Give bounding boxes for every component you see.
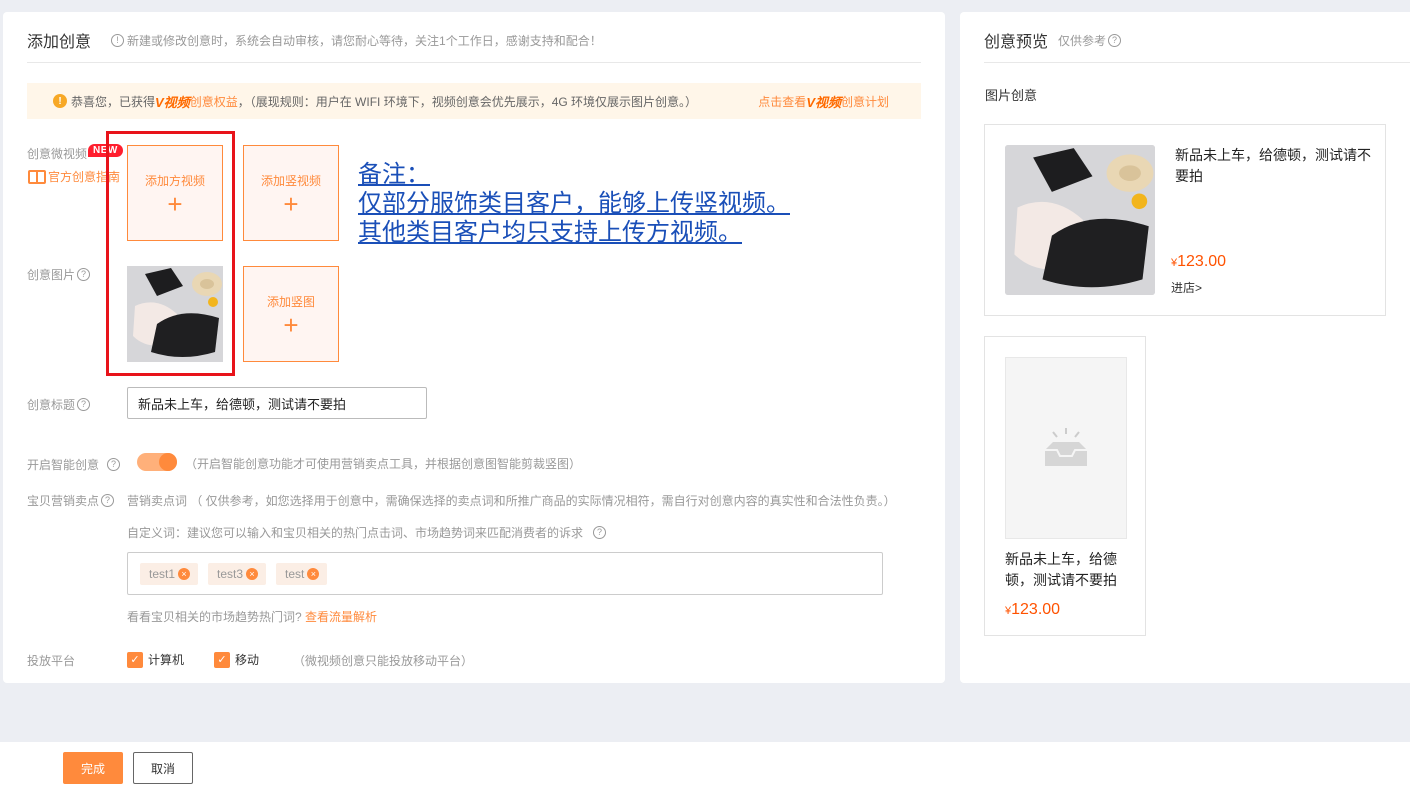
preview-subtitle: 仅供参考 ? xyxy=(1058,32,1124,49)
add-vertical-image-button[interactable]: 添加竖图 + xyxy=(243,266,339,362)
header-divider xyxy=(27,62,921,63)
preview-divider xyxy=(984,62,1410,63)
toggle-knob xyxy=(159,453,177,471)
empty-image-placeholder xyxy=(1005,357,1127,539)
smart-creative-toggle[interactable] xyxy=(137,453,177,471)
preview-title: 创意预览 xyxy=(984,34,1049,51)
link-prefix: 点击查看 xyxy=(758,94,807,109)
preview-card-title: 新品未上车，给德顿，测试请不要拍 xyxy=(1175,147,1371,184)
video-benefit-banner: ! 恭喜您，已获得 V视频 创意权益 ，（展现规则：用户在 WIFI 环境下，视… xyxy=(27,83,921,119)
v-video-logo-link: V视频 xyxy=(806,94,841,110)
smart-creative-hint: （开启智能创意功能才可使用营销卖点工具，并根据创意图智能剪裁竖图） xyxy=(185,457,582,471)
selling-points-label: 宝贝营销卖点 ? xyxy=(27,492,115,509)
title-label: 创意标题 ? xyxy=(27,396,91,413)
help-icon[interactable]: ? xyxy=(1108,33,1122,47)
platform-pc-checkbox[interactable]: ✓ 计算机 xyxy=(127,651,184,668)
image-label: 创意图片 ? xyxy=(27,266,91,283)
done-button[interactable]: 完成 xyxy=(63,752,123,784)
preview-header: 创意预览 仅供参考 ? xyxy=(984,28,1124,52)
add-vertical-video-button[interactable]: 添加竖视频 + xyxy=(243,145,339,241)
preview-card-price: ¥123.00 xyxy=(1005,601,1061,618)
help-icon[interactable]: ? xyxy=(593,526,607,539)
preview-image xyxy=(1005,145,1155,295)
banner-benefit-link[interactable]: 创意权益 xyxy=(190,93,238,110)
enter-store-link[interactable]: 进店> xyxy=(1171,279,1202,296)
remark-note: 备注： 仅部分服饰类目客户，能够上传竖视频。 其他类目客户均只支持上传方视频。 xyxy=(358,160,790,246)
empty-inbox-icon xyxy=(1045,428,1087,466)
remove-tag-icon[interactable]: × xyxy=(246,567,259,580)
info-icon: ! xyxy=(111,33,125,47)
book-icon xyxy=(28,169,46,184)
help-icon[interactable]: ? xyxy=(107,458,121,471)
preview-card-price: ¥123.00 xyxy=(1171,253,1227,270)
remove-tag-icon[interactable]: × xyxy=(307,567,320,580)
tag-item: test1 × xyxy=(140,562,199,585)
creative-preview-panel: 创意预览 仅供参考 ? 图片创意 新品未上车，给德顿，测试请不要拍 ¥123.0… xyxy=(960,12,1410,683)
selling-points-hint: 营销卖点词 （ 仅供参考，如您选择用于创意中，需确保选择的卖点词和所推广商品的实… xyxy=(127,494,896,508)
tag-item: test × xyxy=(276,562,328,585)
remove-tag-icon[interactable]: × xyxy=(178,567,191,580)
help-icon[interactable]: ? xyxy=(77,398,91,411)
preview-card-title: 新品未上车，给德顿，测试请不要拍 xyxy=(1005,551,1117,588)
tag-item: test3 × xyxy=(208,562,267,585)
review-notice-text: 新建或修改创意时，系统会自动审核，请您耐心等待，关注1个工作日，感谢支持和配合！ xyxy=(127,33,602,48)
cancel-button[interactable]: 取消 xyxy=(133,752,193,784)
preview-card-horizontal: 新品未上车，给德顿，测试请不要拍 ¥123.00 进店> xyxy=(984,124,1386,316)
help-icon[interactable]: ? xyxy=(77,268,91,281)
smart-creative-label: 开启智能创意 ? xyxy=(27,456,121,473)
banner-rule: ，（展现规则：用户在 WIFI 环境下，视频创意会优先展示，4G 环境仅展示图片… xyxy=(237,94,698,109)
trend-hint: 看看宝贝相关的市场趋势热门词? 查看流量解析 xyxy=(127,610,378,624)
link-suffix: 创意计划 xyxy=(840,94,889,109)
checkmark-icon: ✓ xyxy=(127,651,143,668)
platform-hint: （微视频创意只能投放移动平台） xyxy=(293,654,474,668)
platform-mobile-checkbox[interactable]: ✓ 移动 xyxy=(214,651,259,668)
platform-label: 投放平台 xyxy=(27,654,76,668)
video-label: 创意微视频 xyxy=(27,147,88,161)
preview-card-vertical: 新品未上车，给德顿，测试请不要拍 ¥123.00 xyxy=(984,336,1146,636)
product-photo xyxy=(1005,145,1155,295)
checkmark-icon: ✓ xyxy=(214,651,230,668)
plus-icon: + xyxy=(283,309,299,340)
v-video-logo: V视频 xyxy=(155,94,190,110)
page-title: 添加创意 xyxy=(27,34,92,51)
view-video-plan-link[interactable]: 点击查看 V视频 创意计划 xyxy=(758,92,889,111)
custom-words-hint: 自定义词：建议您可以输入和宝贝相关的热门点击词、市场趋势词来匹配消费者的诉求 ? xyxy=(127,524,609,541)
panel-header: 添加创意 ! 新建或修改创意时，系统会自动审核，请您耐心等待，关注1个工作日，感… xyxy=(27,28,602,52)
banner-prefix: 恭喜您，已获得 xyxy=(71,94,156,109)
warning-icon: ! xyxy=(53,94,67,108)
tags-input[interactable]: test1 × test3 × test × xyxy=(127,552,883,595)
footer-bar: 完成 取消 xyxy=(0,742,1410,790)
plus-icon: + xyxy=(283,188,299,219)
review-notice: ! 新建或修改创意时，系统会自动审核，请您耐心等待，关注1个工作日，感谢支持和配… xyxy=(111,32,602,49)
image-creative-section-title: 图片创意 xyxy=(985,88,1038,103)
traffic-analysis-link[interactable]: 查看流量解析 xyxy=(305,610,377,624)
help-icon[interactable]: ? xyxy=(101,494,115,507)
add-creative-panel: 添加创意 ! 新建或修改创意时，系统会自动审核，请您耐心等待，关注1个工作日，感… xyxy=(3,12,945,683)
highlight-box xyxy=(106,131,235,376)
creative-title-input[interactable]: 新品未上车，给德顿，测试请不要拍 xyxy=(127,387,427,419)
